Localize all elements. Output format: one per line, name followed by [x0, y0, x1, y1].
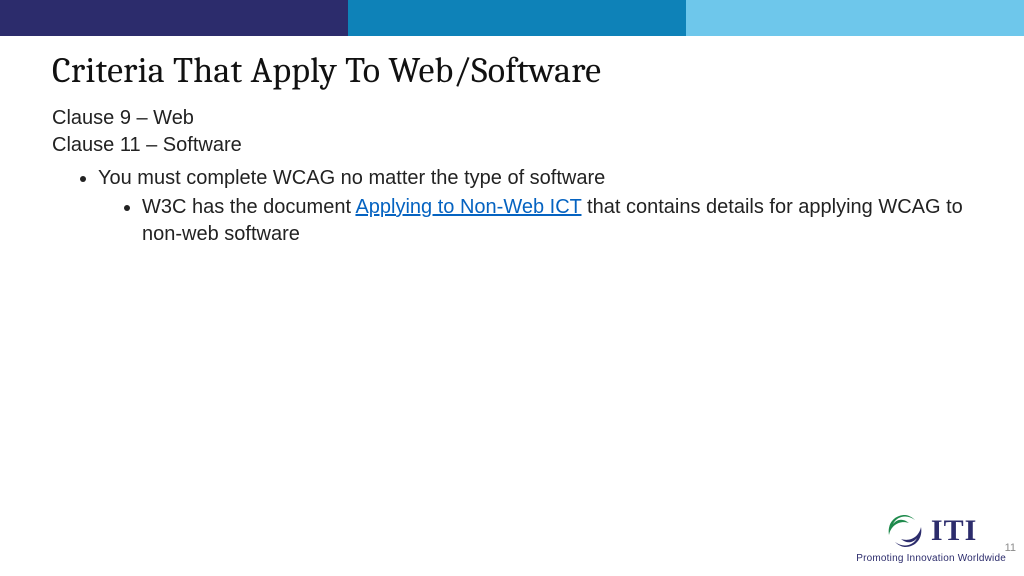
page-number: 11 [1005, 542, 1016, 554]
slide-title: Criteria That Apply To Web/Software [52, 50, 976, 91]
bullet-item-nonweb-ict: W3C has the document Applying to Non-Web… [142, 194, 976, 248]
bullet-text-level2-prefix: W3C has the document [142, 196, 355, 218]
footer-logo-area: ITI Promoting Innovation Worldwide [856, 511, 1006, 564]
bullet-text-level1: You must complete WCAG no matter the typ… [98, 167, 605, 189]
bullet-list-level2: W3C has the document Applying to Non-Web… [142, 194, 976, 248]
logo-swirl-icon [885, 511, 925, 551]
clause-line-software: Clause 11 – Software [52, 132, 976, 159]
clause-line-web: Clause 9 – Web [52, 105, 976, 132]
logo-text: ITI [931, 516, 977, 546]
logo-tagline: Promoting Innovation Worldwide [856, 553, 1006, 564]
top-tricolor-bar [0, 0, 1024, 36]
slide-content: Criteria That Apply To Web/Software Clau… [0, 36, 1024, 248]
link-non-web-ict[interactable]: Applying to Non-Web ICT [355, 196, 581, 218]
logo-row: ITI [885, 511, 977, 551]
topbar-segment-navy [0, 0, 348, 36]
bullet-item-wcag-required: You must complete WCAG no matter the typ… [98, 165, 976, 248]
topbar-segment-teal [348, 0, 686, 36]
bullet-list-level1: You must complete WCAG no matter the typ… [98, 165, 976, 248]
logo-wrap: ITI Promoting Innovation Worldwide [856, 511, 1006, 564]
topbar-segment-lightblue [686, 0, 1024, 36]
